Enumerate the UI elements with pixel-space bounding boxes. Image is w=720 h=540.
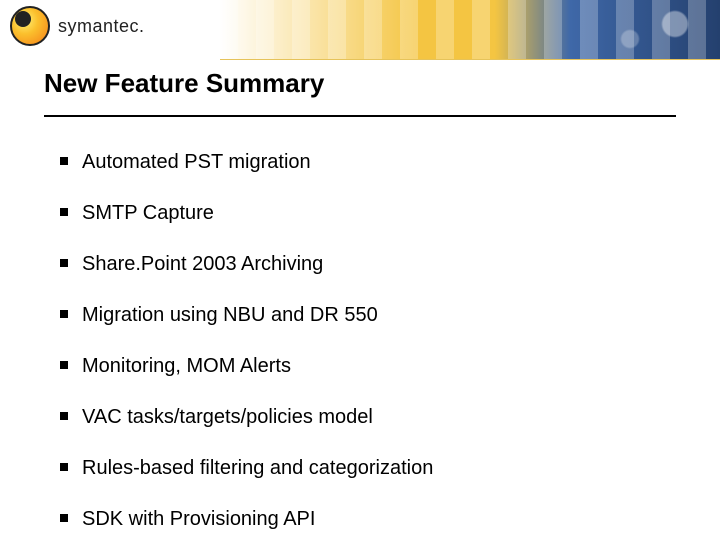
bullet-square-icon: [60, 361, 68, 369]
list-item: Rules-based filtering and categorization: [60, 456, 660, 481]
list-item: Migration using NBU and DR 550: [60, 303, 660, 328]
list-item-text: SMTP Capture: [82, 202, 214, 224]
slide-title: New Feature Summary: [44, 68, 324, 99]
bullet-square-icon: [60, 412, 68, 420]
title-rule: [44, 115, 676, 117]
brand-logo: symantec.: [10, 6, 145, 46]
bullet-square-icon: [60, 157, 68, 165]
list-item: Share.Point 2003 Archiving: [60, 252, 660, 277]
list-item: Automated PST migration: [60, 150, 660, 175]
brand-name: symantec.: [58, 16, 145, 37]
list-item-text: VAC tasks/targets/policies model: [82, 406, 373, 428]
list-item: Monitoring, MOM Alerts: [60, 354, 660, 379]
list-item-text: Automated PST migration: [82, 151, 311, 173]
bullet-square-icon: [60, 208, 68, 216]
list-item-text: Share.Point 2003 Archiving: [82, 253, 323, 275]
list-item-text: SDK with Provisioning API: [82, 508, 315, 530]
bullet-square-icon: [60, 259, 68, 267]
list-item-text: Rules-based filtering and categorization: [82, 457, 433, 479]
header-banner: [220, 0, 720, 60]
list-item-text: Migration using NBU and DR 550: [82, 304, 378, 326]
list-item: VAC tasks/targets/policies model: [60, 405, 660, 430]
list-item: SDK with Provisioning API: [60, 507, 660, 532]
bullet-square-icon: [60, 514, 68, 522]
bullet-square-icon: [60, 310, 68, 318]
slide: symantec. New Feature Summary Automated …: [0, 0, 720, 540]
list-item: SMTP Capture: [60, 201, 660, 226]
bullet-list: Automated PST migration SMTP Capture Sha…: [60, 150, 660, 540]
list-item-text: Monitoring, MOM Alerts: [82, 355, 291, 377]
bullet-square-icon: [60, 463, 68, 471]
symantec-logo-icon: [10, 6, 50, 46]
header: symantec.: [0, 0, 720, 60]
